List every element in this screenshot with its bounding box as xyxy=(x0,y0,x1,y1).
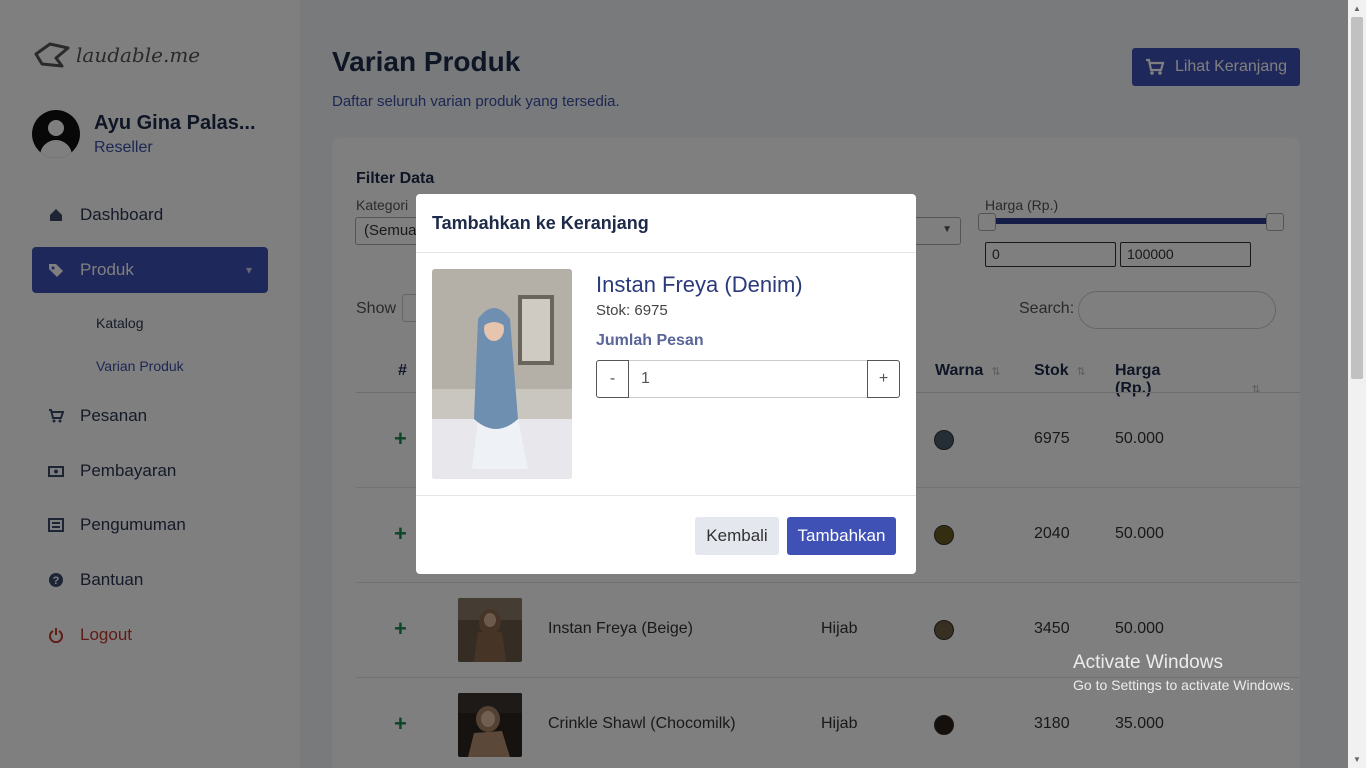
quantity-input[interactable]: 1 xyxy=(629,360,867,398)
modal-title: Tambahkan ke Keranjang xyxy=(432,212,649,233)
scroll-up-arrow-icon[interactable]: ▲ xyxy=(1353,4,1361,13)
page-scrollbar[interactable]: ▲ ▼ xyxy=(1348,0,1366,768)
quantity-stepper: - 1 + xyxy=(596,360,900,398)
back-button[interactable]: Kembali xyxy=(695,517,779,555)
scrollbar-thumb[interactable] xyxy=(1351,17,1363,379)
add-button[interactable]: Tambahkan xyxy=(787,517,896,555)
watermark-subtitle: Go to Settings to activate Windows. xyxy=(1073,677,1294,693)
quantity-decrement-button[interactable]: - xyxy=(596,360,629,398)
quantity-increment-button[interactable]: + xyxy=(867,360,900,398)
add-to-cart-modal: Tambahkan ke Keranjang Instan Freya (Den… xyxy=(416,194,916,574)
modal-footer: Kembali Tambahkan xyxy=(416,495,916,574)
product-image xyxy=(432,269,572,479)
modal-stock-text: Stok: 6975 xyxy=(596,302,668,319)
windows-activation-watermark: Activate Windows Go to Settings to activ… xyxy=(1073,652,1294,693)
modal-product-name: Instan Freya (Denim) xyxy=(596,272,803,297)
quantity-label: Jumlah Pesan xyxy=(596,332,704,349)
modal-header: Tambahkan ke Keranjang xyxy=(416,194,916,253)
scroll-down-arrow-icon[interactable]: ▼ xyxy=(1353,755,1361,764)
watermark-title: Activate Windows xyxy=(1073,652,1223,673)
